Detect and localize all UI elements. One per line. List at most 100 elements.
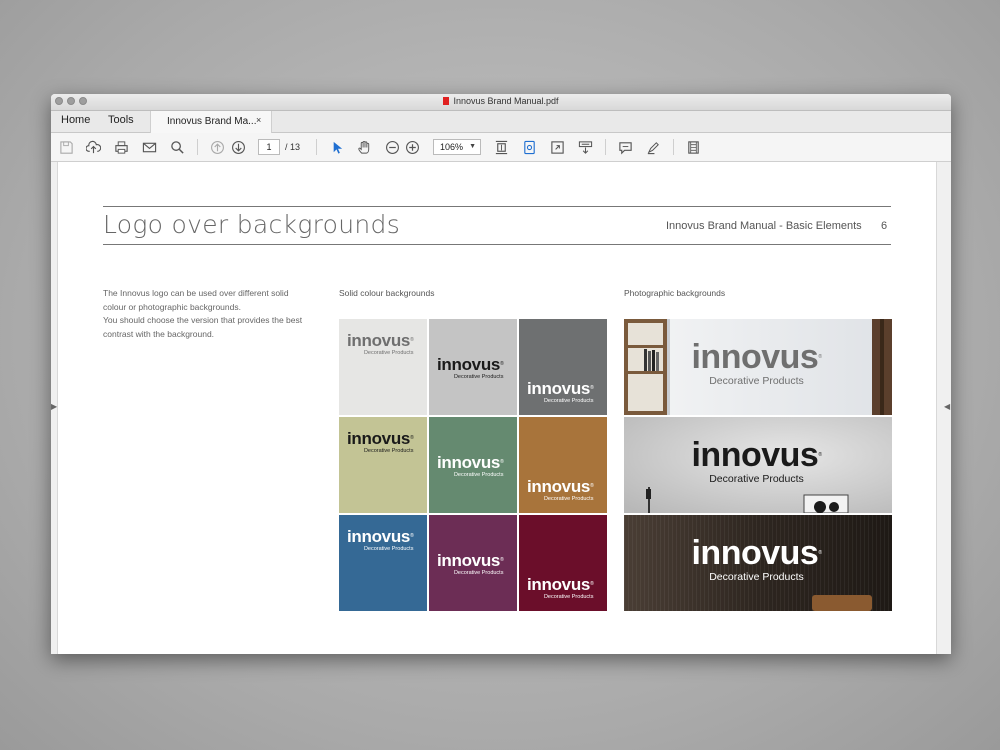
page-up-icon[interactable] xyxy=(209,139,225,155)
wordmark-text: innovus xyxy=(691,436,819,474)
fit-page-icon[interactable] xyxy=(493,139,509,155)
toolbar-separator xyxy=(197,139,198,155)
tagline: Decorative Products xyxy=(543,594,594,600)
pdf-viewer-window: Innovus Brand Manual.pdf Home Tools Inno… xyxy=(51,94,951,654)
tab-home[interactable]: Home xyxy=(61,114,90,126)
colour-swatch: innovus® Decorative Products xyxy=(519,319,607,415)
window-title-text: Innovus Brand Manual.pdf xyxy=(453,96,559,106)
toolbar-separator xyxy=(316,139,317,155)
colour-swatch: innovus® Decorative Products xyxy=(339,515,427,611)
comment-icon[interactable] xyxy=(617,139,633,155)
wordmark: innovus® xyxy=(437,551,504,570)
registered-mark: ® xyxy=(818,452,822,458)
hand-icon[interactable] xyxy=(356,139,372,155)
wordmark-text: innovus xyxy=(437,453,501,472)
solid-colour-swatch-grid: innovus® Decorative Products innovus® Decor… xyxy=(339,319,607,611)
document-area[interactable]: ▶ ◀ Logo over backgrounds Innovus Brand … xyxy=(51,162,951,654)
swatch-logo: innovus® Decorative Products xyxy=(437,453,504,478)
tab-tools[interactable]: Tools xyxy=(108,114,134,126)
wordmark: innovus® xyxy=(689,534,824,572)
page-total-label: / 13 xyxy=(285,142,301,152)
header-rule-top xyxy=(103,206,891,207)
toolbar: 1 / 13 106% ▼ xyxy=(51,133,951,162)
upload-icon[interactable] xyxy=(85,139,101,155)
page-down-icon[interactable] xyxy=(230,139,246,155)
registered-mark: ® xyxy=(500,459,504,465)
registered-mark: ® xyxy=(500,557,504,563)
title-bar: Innovus Brand Manual.pdf xyxy=(51,94,951,111)
registered-mark: ® xyxy=(410,435,414,441)
toolbar-separator xyxy=(673,139,674,155)
colour-swatch: innovus® Decorative Products xyxy=(429,319,517,415)
colour-swatch: innovus® Decorative Products xyxy=(429,515,517,611)
registered-mark: ® xyxy=(818,550,822,556)
pdf-file-icon xyxy=(443,97,450,105)
registered-mark: ® xyxy=(500,361,504,367)
wordmark-text: innovus xyxy=(347,331,411,350)
colour-swatch: innovus® Decorative Products xyxy=(519,515,607,611)
page-number-input[interactable]: 1 xyxy=(258,139,280,155)
zoom-in-icon[interactable] xyxy=(404,139,420,155)
registered-mark: ® xyxy=(818,354,822,360)
photo-backgrounds-heading: Photographic backgrounds xyxy=(624,288,726,298)
mail-icon[interactable] xyxy=(141,139,157,155)
tab-bar: Home Tools Innovus Brand Ma... × xyxy=(51,111,951,133)
swatch-logo: innovus® Decorative Products xyxy=(527,478,594,502)
wordmark-text: innovus xyxy=(347,527,411,546)
header-rule-bottom xyxy=(103,244,891,245)
print-icon[interactable] xyxy=(113,139,129,155)
wordmark-text: innovus xyxy=(691,534,819,572)
wordmark-text: innovus xyxy=(691,338,819,376)
swatch-logo: innovus® Decorative Products xyxy=(527,380,594,404)
page-title: Logo over backgrounds xyxy=(103,210,401,239)
colour-swatch: innovus® Decorative Products xyxy=(339,319,427,415)
read-mode-icon[interactable] xyxy=(577,139,593,155)
zoom-out-icon[interactable] xyxy=(384,139,400,155)
page-number: 6 xyxy=(881,220,888,232)
pdf-page: Logo over backgrounds Innovus Brand Manu… xyxy=(58,162,935,654)
tagline: Decorative Products xyxy=(709,571,804,583)
save-icon[interactable] xyxy=(58,139,74,155)
manual-section-title: Innovus Brand Manual - Basic Elements xyxy=(666,220,862,232)
photo-shelf-room: innovus® Decorative Products xyxy=(624,319,892,415)
document-tab-label: Innovus Brand Ma... xyxy=(167,116,257,127)
colour-swatch: innovus® Decorative Products xyxy=(519,417,607,513)
zoom-value: 106% xyxy=(440,142,464,152)
registered-mark: ® xyxy=(590,581,594,587)
close-tab-icon[interactable]: × xyxy=(256,115,261,125)
wordmark: innovus® xyxy=(527,478,594,495)
tab-document[interactable]: Innovus Brand Ma... × xyxy=(150,111,272,133)
registered-mark: ® xyxy=(410,337,414,343)
wordmark-text: innovus xyxy=(347,429,411,448)
expand-left-pane-icon[interactable]: ▶ xyxy=(51,402,57,411)
swatch-logo: innovus® Decorative Products xyxy=(347,331,414,356)
expand-right-pane-icon[interactable]: ◀ xyxy=(944,402,950,411)
filmstrip-icon[interactable] xyxy=(685,139,701,155)
swatch-logo: innovus® Decorative Products xyxy=(347,527,414,552)
swatch-logo: innovus® Decorative Products xyxy=(437,551,504,576)
zoom-select[interactable]: 106% ▼ xyxy=(433,139,481,155)
select-pointer-icon[interactable] xyxy=(328,139,344,155)
wordmark: innovus® xyxy=(527,575,594,594)
tagline: Decorative Products xyxy=(363,546,414,552)
tagline: Decorative Products xyxy=(363,448,414,454)
tagline: Decorative Products xyxy=(709,375,804,387)
full-screen-icon[interactable] xyxy=(549,139,565,155)
toolbar-separator xyxy=(605,139,606,155)
wordmark: innovus® xyxy=(347,527,414,546)
scroll-mode-icon[interactable] xyxy=(521,139,537,155)
colour-swatch: innovus® Decorative Products xyxy=(339,417,427,513)
tagline: Decorative Products xyxy=(543,496,594,502)
wordmark-text: innovus xyxy=(527,575,591,594)
tagline: Decorative Products xyxy=(363,350,414,356)
wordmark: innovus® xyxy=(347,331,414,350)
wordmark-text: innovus xyxy=(437,551,501,570)
highlight-icon[interactable] xyxy=(645,139,661,155)
search-icon[interactable] xyxy=(169,139,185,155)
photo-grey-wall: innovus® Decorative Products xyxy=(624,417,892,513)
photographic-backgrounds: innovus® Decorative Products innovus® De… xyxy=(624,319,892,611)
registered-mark: ® xyxy=(590,385,594,391)
tagline: Decorative Products xyxy=(453,374,504,380)
chevron-down-icon: ▼ xyxy=(469,143,476,150)
colour-swatch: innovus® Decorative Products xyxy=(429,417,517,513)
